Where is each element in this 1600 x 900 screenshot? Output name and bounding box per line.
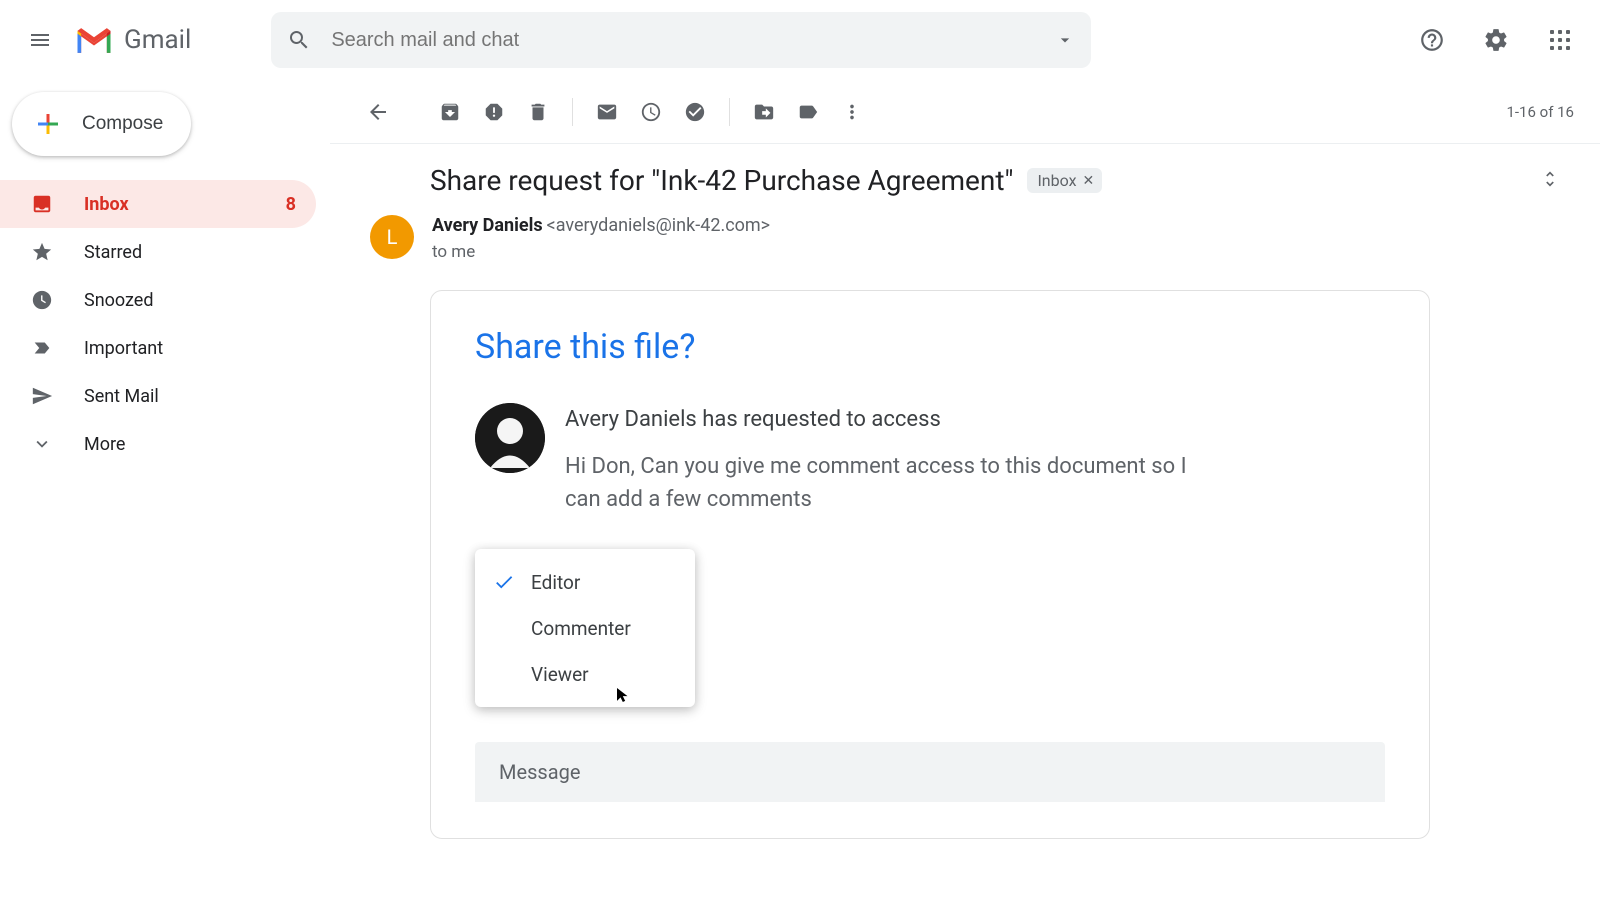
report-spam-button[interactable] [472, 90, 516, 134]
search-icon [287, 28, 311, 52]
recipient-line: to me [432, 242, 770, 262]
gmail-logo-text: Gmail [124, 25, 191, 55]
option-label: Editor [531, 571, 580, 594]
clock-outline-icon [640, 101, 662, 123]
share-request-card: Share this file? Avery Daniels has reque… [430, 290, 1430, 839]
requester-avatar [475, 403, 545, 473]
star-icon [30, 241, 54, 263]
search-box[interactable] [271, 12, 1091, 68]
compose-label: Compose [82, 113, 163, 135]
important-icon [30, 337, 54, 359]
spam-icon [483, 101, 505, 123]
role-dropdown-menu: Editor Commenter Viewer [475, 549, 695, 707]
label-text: Inbox [1037, 171, 1076, 190]
role-option-editor[interactable]: Editor [475, 559, 695, 605]
settings-button[interactable] [1472, 16, 1520, 64]
email-subject: Share request for "Ink-42 Purchase Agree… [430, 164, 1013, 197]
expand-collapse-button[interactable] [1540, 169, 1560, 193]
plus-icon [30, 106, 66, 142]
nav-label: Inbox [84, 194, 129, 215]
mark-unread-button[interactable] [585, 90, 629, 134]
chevron-down-icon [30, 433, 54, 455]
nav-label: Important [84, 338, 163, 359]
unfold-icon [1540, 169, 1560, 189]
send-icon [30, 385, 54, 407]
apps-grid-icon [1550, 30, 1570, 50]
more-vert-icon [841, 101, 863, 123]
labels-button[interactable] [786, 90, 830, 134]
snooze-button[interactable] [629, 90, 673, 134]
mail-icon [596, 101, 618, 123]
archive-button[interactable] [428, 90, 472, 134]
label-chip[interactable]: Inbox ✕ [1027, 168, 1102, 193]
option-label: Commenter [531, 617, 631, 640]
nav-label: Sent Mail [84, 386, 159, 407]
message-toolbar: 1-16 of 16 [330, 80, 1600, 144]
message-placeholder: Message [499, 760, 580, 784]
remove-label-icon[interactable]: ✕ [1083, 173, 1095, 189]
nav-label: More [84, 434, 125, 455]
sidebar-item-more[interactable]: More [0, 420, 316, 468]
clock-icon [30, 289, 54, 311]
back-button[interactable] [356, 90, 400, 134]
more-button[interactable] [830, 90, 874, 134]
sidebar-item-inbox[interactable]: Inbox 8 [0, 180, 316, 228]
nav-label: Starred [84, 242, 142, 263]
compose-button[interactable]: Compose [12, 92, 191, 156]
hamburger-icon [28, 28, 52, 52]
sidebar: Compose Inbox 8 Starred Snoozed Importan… [0, 80, 330, 900]
move-to-button[interactable] [742, 90, 786, 134]
sender-name: Avery Daniels [432, 215, 543, 236]
check-icon [493, 571, 515, 593]
inbox-icon [30, 193, 54, 215]
sidebar-item-snoozed[interactable]: Snoozed [0, 276, 316, 324]
share-card-title: Share this file? [475, 327, 1385, 367]
trash-icon [527, 101, 549, 123]
gmail-logo-icon [72, 18, 116, 62]
role-option-commenter[interactable]: Commenter [475, 605, 695, 651]
help-icon [1419, 27, 1445, 53]
message-count: 1-16 of 16 [1506, 103, 1574, 121]
folder-move-icon [753, 101, 775, 123]
sidebar-item-starred[interactable]: Starred [0, 228, 316, 276]
request-line: Avery Daniels has requested to access [565, 403, 1215, 436]
share-message-input[interactable]: Message [475, 742, 1385, 802]
gear-icon [1483, 27, 1509, 53]
apps-button[interactable] [1536, 16, 1584, 64]
archive-icon [439, 101, 461, 123]
sender-avatar[interactable]: L [370, 215, 414, 259]
gmail-logo[interactable]: Gmail [72, 18, 191, 62]
main-menu-button[interactable] [16, 16, 64, 64]
search-options-icon[interactable] [1055, 30, 1075, 50]
nav-label: Snoozed [84, 290, 154, 311]
option-label: Viewer [531, 663, 589, 686]
sidebar-item-important[interactable]: Important [0, 324, 316, 372]
sender-email: <averydaniels@ink-42.com> [547, 215, 771, 236]
delete-button[interactable] [516, 90, 560, 134]
inbox-count: 8 [286, 194, 296, 215]
role-option-viewer[interactable]: Viewer [475, 651, 695, 697]
task-add-icon [684, 101, 706, 123]
support-button[interactable] [1408, 16, 1456, 64]
label-icon [797, 101, 819, 123]
sidebar-item-sent[interactable]: Sent Mail [0, 372, 316, 420]
arrow-back-icon [366, 100, 390, 124]
add-to-tasks-button[interactable] [673, 90, 717, 134]
avatar-letter: L [387, 225, 398, 249]
search-input[interactable] [331, 29, 1055, 52]
request-message: Hi Don, Can you give me comment access t… [565, 450, 1215, 516]
